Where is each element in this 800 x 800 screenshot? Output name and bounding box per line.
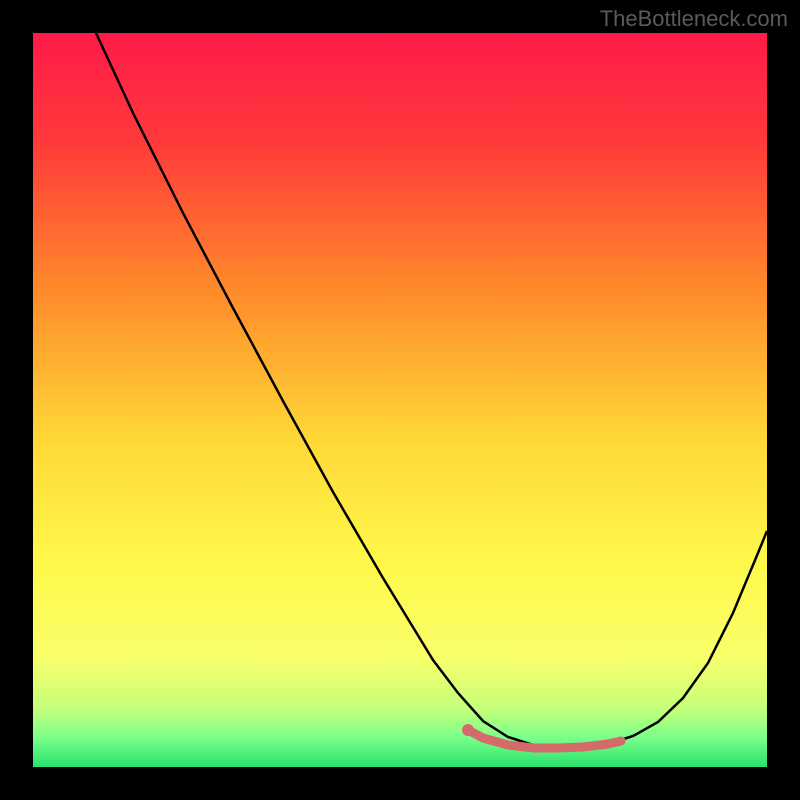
optimal-start-marker [462,724,474,736]
gradient-background [33,33,767,767]
watermark-text: TheBottleneck.com [600,6,788,32]
chart-plot-area [33,33,767,767]
chart-svg [33,33,767,767]
